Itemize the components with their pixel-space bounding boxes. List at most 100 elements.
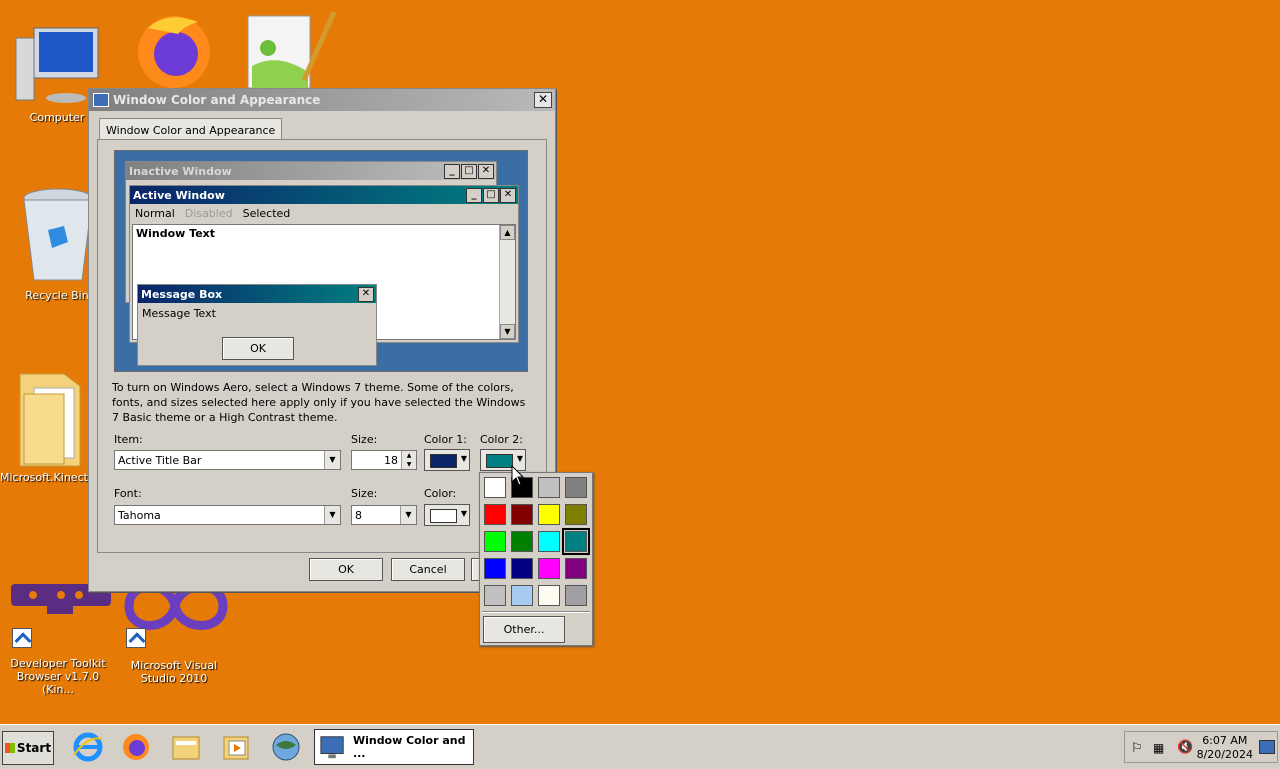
color-swatch[interactable]: [511, 558, 533, 579]
font-size-label: Size:: [351, 487, 378, 500]
clock[interactable]: 6:07 AM 8/20/2024: [1197, 734, 1253, 762]
color-swatch[interactable]: [484, 558, 506, 579]
dialog-close-button[interactable]: ✕: [534, 92, 552, 108]
color1-button[interactable]: ▼: [424, 449, 470, 471]
color-swatch[interactable]: [484, 504, 506, 525]
firefox-icon: [138, 16, 210, 88]
desktop-icon-developer-toolkit[interactable]: Developer Toolkit Browser v1.7.0 (Kin...: [0, 578, 116, 696]
color-swatch[interactable]: [565, 558, 587, 579]
color-swatch[interactable]: [538, 585, 560, 606]
notepad-plus-plus-icon: [247, 10, 337, 89]
color-swatch[interactable]: [565, 504, 587, 525]
color-swatch[interactable]: [538, 531, 560, 552]
minimize-icon: _: [444, 164, 460, 179]
action-center-flag-icon[interactable]: ⚐: [1131, 741, 1143, 756]
font-color-swatch: [430, 509, 457, 523]
shortcut-arrow-icon: [12, 628, 32, 648]
maximize-icon: □: [483, 188, 499, 203]
chevron-down-icon: ▼: [516, 454, 523, 463]
color-swatch[interactable]: [562, 528, 590, 555]
explorer-folder-icon[interactable]: [170, 731, 202, 763]
maximize-icon: □: [461, 164, 477, 179]
item-dropdown-value: Active Title Bar: [118, 453, 202, 467]
font-label: Font:: [114, 487, 142, 500]
start-button[interactable]: Start: [2, 731, 54, 765]
desktop-icon-firefox[interactable]: [128, 8, 220, 93]
scroll-down-arrow-icon[interactable]: ▼: [500, 324, 515, 339]
desktop-icon-label: Microsoft.Kinect.T...: [0, 471, 108, 484]
internet-explorer-icon[interactable]: [72, 731, 104, 763]
color-swatch[interactable]: [565, 477, 587, 498]
color1-label: Color 1:: [424, 433, 467, 446]
font-color-button[interactable]: ▼: [424, 504, 470, 526]
message-box-ok-button[interactable]: OK: [222, 337, 294, 360]
color1-swatch: [430, 454, 457, 468]
preview-scrollbar[interactable]: ▲ ▼: [499, 225, 515, 339]
color-swatch[interactable]: [484, 477, 506, 498]
spin-up-icon[interactable]: ▲: [402, 451, 416, 460]
desktop-icon-notepadpp[interactable]: [244, 8, 340, 91]
media-player-icon[interactable]: [220, 731, 252, 763]
color-swatch[interactable]: [538, 477, 560, 498]
chevron-down-icon[interactable]: ▼: [324, 506, 340, 524]
aero-info-text: To turn on Windows Aero, select a Window…: [112, 381, 526, 424]
menu-normal[interactable]: Normal: [135, 207, 175, 220]
shortcut-arrow-icon: [126, 628, 146, 648]
color-swatch[interactable]: [538, 558, 560, 579]
size-label: Size:: [351, 433, 378, 446]
menu-selected[interactable]: Selected: [243, 207, 291, 220]
dialog-titlebar[interactable]: Window Color and Appearance: [89, 89, 555, 111]
network-icon[interactable]: ▦: [1153, 741, 1164, 755]
folder-icon: [19, 373, 81, 467]
firefox-icon[interactable]: [120, 731, 152, 763]
color-swatch[interactable]: [484, 585, 506, 606]
windows-logo-icon: [4, 743, 15, 753]
color-palette-popup: Other...: [479, 472, 593, 646]
desktop-icon-visual-studio[interactable]: Microsoft Visual Studio 2010: [116, 580, 232, 685]
network-globe-icon[interactable]: [270, 731, 302, 763]
color-swatch[interactable]: [565, 585, 587, 606]
other-color-button[interactable]: Other...: [483, 616, 565, 643]
taskbar-task-window-color[interactable]: Window Color and ...: [314, 729, 474, 765]
clock-date: 8/20/2024: [1196, 748, 1253, 761]
ok-button[interactable]: OK: [309, 558, 383, 581]
item-size-spinner[interactable]: 18 ▲ ▼: [351, 450, 417, 470]
dialog-title: Window Color and Appearance: [113, 93, 321, 107]
spin-down-icon[interactable]: ▼: [402, 460, 416, 469]
active-window-title: Active Window: [133, 188, 225, 202]
item-dropdown[interactable]: Active Title Bar ▼: [114, 450, 341, 470]
system-tray: ⚐ ▦ 🔇 6:07 AM 8/20/2024: [1124, 731, 1278, 763]
chevron-down-icon: ▼: [460, 509, 467, 518]
font-dropdown[interactable]: Tahoma ▼: [114, 505, 341, 525]
chevron-down-icon[interactable]: ▼: [400, 506, 416, 524]
spin-buttons[interactable]: ▲ ▼: [401, 451, 416, 469]
font-color-label: Color:: [424, 487, 457, 500]
inactive-window-title: Inactive Window: [129, 164, 232, 178]
font-size-dropdown[interactable]: 8 ▼: [351, 505, 417, 525]
tab-window-color[interactable]: Window Color and Appearance: [99, 118, 283, 141]
show-desktop-icon[interactable]: [1259, 740, 1275, 754]
color-swatch[interactable]: [511, 531, 533, 552]
desktop-icon-kinect[interactable]: Microsoft.Kinect.T...: [0, 368, 108, 484]
scroll-up-arrow-icon[interactable]: ▲: [500, 225, 515, 240]
volume-muted-icon[interactable]: 🔇: [1177, 740, 1193, 755]
font-size-value: 8: [355, 508, 362, 522]
close-icon: ✕: [500, 188, 516, 203]
color-swatch[interactable]: [538, 504, 560, 525]
minimize-icon: _: [466, 188, 482, 203]
menu-disabled: Disabled: [184, 207, 233, 220]
start-label: Start: [16, 741, 52, 755]
color2-swatch: [486, 454, 513, 468]
color-swatch[interactable]: [484, 531, 506, 552]
message-text: Message Text: [142, 307, 216, 320]
taskbar-task-label: Window Color and ...: [352, 734, 466, 760]
color-swatch[interactable]: [511, 585, 533, 606]
chevron-down-icon[interactable]: ▼: [324, 451, 340, 469]
close-icon: ✕: [358, 287, 374, 302]
item-size-value: 18: [384, 453, 398, 467]
item-label: Item:: [114, 433, 143, 446]
appearance-preview: Inactive Window _ □ ✕ Active Window _ □ ✕ No…: [114, 150, 528, 372]
mouse-cursor-icon: [511, 465, 525, 486]
color-swatch[interactable]: [511, 504, 533, 525]
cancel-button[interactable]: Cancel: [391, 558, 465, 581]
